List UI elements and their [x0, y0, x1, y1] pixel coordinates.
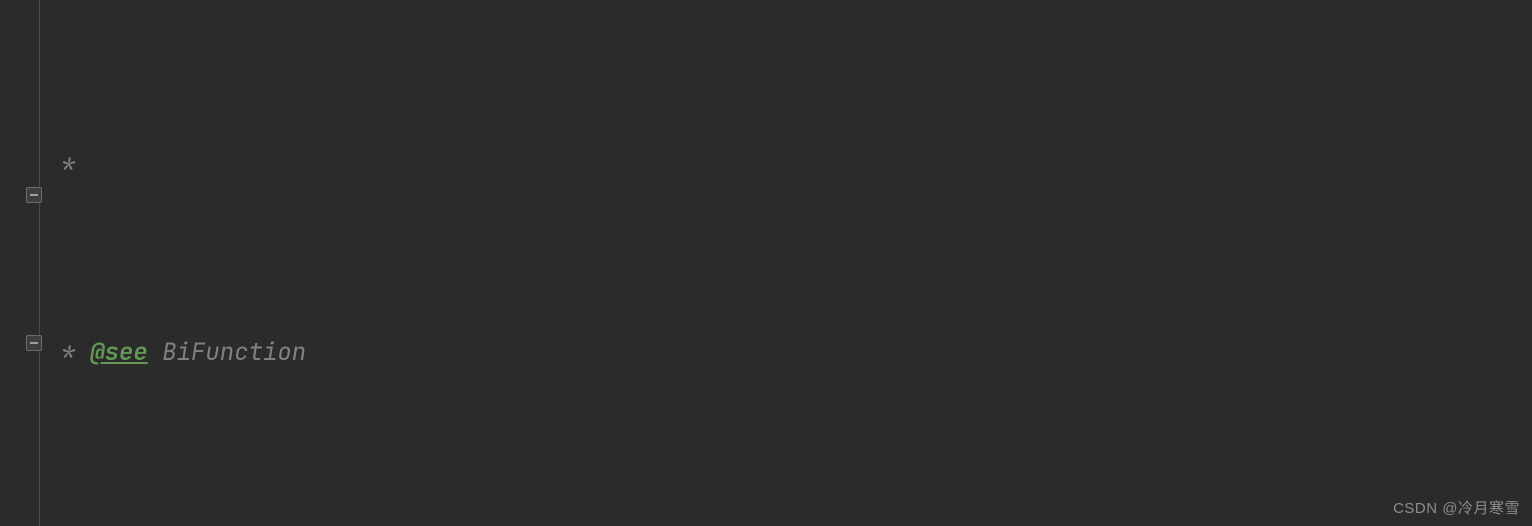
javadoc-see-ref: UnaryOperator — [148, 517, 350, 526]
code-line[interactable]: * @see UnaryOperator — [47, 517, 1532, 526]
fold-toggle-icon[interactable] — [26, 335, 42, 351]
gutter-fold-line — [39, 0, 40, 526]
code-editor[interactable]: * * @see BiFunction * @see UnaryOperator… — [0, 0, 1532, 526]
fold-toggle-icon[interactable] — [26, 187, 42, 203]
gutter — [0, 0, 42, 526]
javadoc-tag-see: @see — [90, 517, 148, 526]
javadoc-tag-see: @see — [90, 329, 148, 376]
javadoc-see-ref: BiFunction — [148, 329, 306, 376]
code-line[interactable]: * — [47, 141, 1532, 188]
javadoc-prefix: * — [47, 329, 90, 376]
code-line[interactable]: * @see BiFunction — [47, 329, 1532, 376]
javadoc-star: * — [47, 141, 76, 188]
code-area[interactable]: * * @see BiFunction * @see UnaryOperator… — [47, 0, 1532, 526]
javadoc-prefix: * — [47, 517, 90, 526]
